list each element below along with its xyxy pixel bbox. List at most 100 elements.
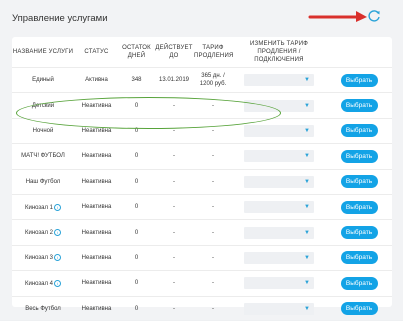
chevron-down-icon: ▼ (304, 229, 310, 236)
tariff-select[interactable]: ▼ (244, 226, 314, 239)
tariff-select-cell: ▼ (232, 193, 326, 220)
table-row: Весь Футбол Неактивна 0- - ▼ Выбрать (12, 295, 392, 321)
days-cell: 0 (119, 295, 154, 321)
days-cell: 0 (119, 143, 154, 170)
select-button[interactable]: Выбрать (340, 175, 378, 189)
service-name-cell: Ночной (12, 117, 74, 144)
tariff-select[interactable]: ▼ (244, 124, 314, 137)
tariff-select-cell: ▼ (232, 219, 326, 246)
select-button[interactable]: Выбрать (340, 99, 378, 113)
select-button[interactable]: Выбрать (340, 226, 378, 240)
table-body: Единый Активна 348 13.01.2019 365 дн. / 1200… (12, 66, 392, 321)
refresh-icon[interactable] (366, 8, 382, 24)
service-name-cell: Единый (12, 66, 74, 93)
tariff-select-cell: ▼ (232, 168, 326, 195)
table-row: Кинозал 4 i Неактивна 0- - ▼ Выбрать (12, 270, 392, 297)
until-cell: - (154, 143, 194, 170)
tariff-select[interactable]: ▼ (244, 302, 314, 315)
info-icon[interactable]: i (54, 254, 62, 262)
tariff-select[interactable]: ▼ (244, 99, 314, 112)
service-name-cell: Кинозал 2i (12, 219, 74, 246)
service-name: Детский (31, 102, 55, 109)
status-cell: Неактивна (74, 168, 119, 195)
column-header-name: НАЗВАНИЕ УСЛУГИ (12, 49, 74, 55)
status-cell: Неактивна (74, 295, 119, 321)
column-header-tariff: ТАРИФ ПРОДЛЕНИЯ (194, 45, 234, 59)
tariff-cell: - (194, 117, 232, 144)
tariff-cell: - (194, 193, 232, 220)
info-icon[interactable]: i (54, 229, 62, 236)
chevron-down-icon: ▼ (304, 77, 310, 84)
chevron-down-icon: ▼ (304, 153, 310, 160)
table-header: НАЗВАНИЕ УСЛУГИ СТАТУС ОСТАТОК ДНЕЙ ДЕЙС… (12, 37, 392, 68)
chevron-down-icon: ▼ (304, 305, 310, 312)
chevron-down-icon: ▼ (304, 102, 310, 109)
until-cell: 13.01.2019 (154, 66, 194, 93)
tariff-select[interactable]: ▼ (244, 201, 314, 214)
tariff-cell: 365 дн. / 1200 руб. (194, 66, 232, 93)
action-cell: Выбрать (326, 295, 392, 321)
service-name: Наш Футбол (25, 178, 61, 185)
tariff-cell: - (194, 143, 232, 170)
action-cell: Выбрать (326, 92, 392, 119)
tariff-cell: - (194, 295, 232, 321)
select-button[interactable]: Выбрать (340, 302, 378, 316)
table-row: Наш Футбол Неактивна 0- - ▼ Выбрать (12, 168, 392, 195)
tariff-cell: - (194, 219, 232, 246)
table-row: Кинозал 1 i Неактивна 0- - ▼ Выбрать (12, 193, 392, 220)
days-cell: 0 (119, 92, 154, 119)
action-cell: Выбрать (326, 270, 392, 297)
action-cell: Выбрать (326, 219, 392, 246)
info-icon[interactable]: i (54, 203, 62, 211)
until-cell: - (154, 193, 194, 220)
tariff-select-cell: ▼ (232, 295, 326, 321)
until-cell: - (154, 117, 194, 144)
services-table-card: НАЗВАНИЕ УСЛУГИ СТАТУС ОСТАТОК ДНЕЙ ДЕЙС… (12, 37, 392, 321)
status-cell: Неактивна (74, 270, 119, 297)
column-header-status: СТАТУС (84, 49, 109, 55)
service-name: Кинозал 4 (24, 280, 54, 287)
tariff-select[interactable]: ▼ (244, 175, 314, 188)
tariff-cell: - (194, 244, 232, 271)
days-cell: 348 (119, 66, 154, 93)
table-row: Единый Активна 348 13.01.2019 365 дн. / 1200… (12, 66, 392, 93)
select-button[interactable]: Выбрать (340, 124, 378, 138)
tariff-select[interactable]: ▼ (244, 277, 314, 290)
service-name-cell: Кинозал 3i (12, 244, 74, 271)
days-cell: 0 (119, 168, 154, 195)
tariff-select-cell: ▼ (232, 66, 326, 93)
service-name-cell: Весь Футбол (12, 295, 74, 321)
status-cell: Активна (74, 66, 119, 93)
select-button[interactable]: Выбрать (340, 200, 378, 214)
days-cell: 0 (119, 193, 154, 220)
service-name: Кинозал 2 (24, 230, 54, 237)
tariff-select[interactable]: ▼ (244, 74, 314, 87)
service-name: Единый (32, 77, 54, 84)
service-name: Кинозал 3 (24, 255, 54, 262)
tariff-select-cell: ▼ (232, 143, 326, 170)
until-cell: - (154, 244, 194, 271)
column-header-change: ИЗМЕНИТЬ ТАРИФ ПРОДЛЕНИЯ / ПОДКЛЮЧЕНИЯ (250, 41, 308, 63)
tariff-select-cell: ▼ (232, 244, 326, 271)
days-cell: 0 (119, 219, 154, 246)
tariff-select[interactable]: ▼ (244, 150, 314, 163)
status-cell: Неактивна (74, 143, 119, 170)
service-name: Кинозал 1 (24, 204, 54, 211)
status-cell: Неактивна (74, 244, 119, 271)
select-button[interactable]: Выбрать (340, 149, 378, 163)
services-table: НАЗВАНИЕ УСЛУГИ СТАТУС ОСТАТОК ДНЕЙ ДЕЙС… (12, 37, 392, 321)
until-cell: - (154, 92, 194, 119)
status-cell: Неактивна (74, 117, 119, 144)
tariff-select-cell: ▼ (232, 92, 326, 119)
status-cell: Неактивна (74, 92, 119, 119)
select-button[interactable]: Выбрать (340, 251, 378, 265)
info-icon[interactable]: i (54, 279, 62, 287)
action-cell: Выбрать (326, 117, 392, 144)
services-panel: Управление услугами НАЗВАНИЕ УСЛУГИ СТАТ… (0, 0, 403, 321)
select-button[interactable]: Выбрать (340, 276, 378, 290)
tariff-select-cell: ▼ (232, 270, 326, 297)
status-cell: Неактивна (74, 219, 119, 246)
select-button[interactable]: Выбрать (340, 73, 378, 87)
tariff-select-cell: ▼ (232, 117, 326, 144)
tariff-select[interactable]: ▼ (244, 251, 314, 264)
